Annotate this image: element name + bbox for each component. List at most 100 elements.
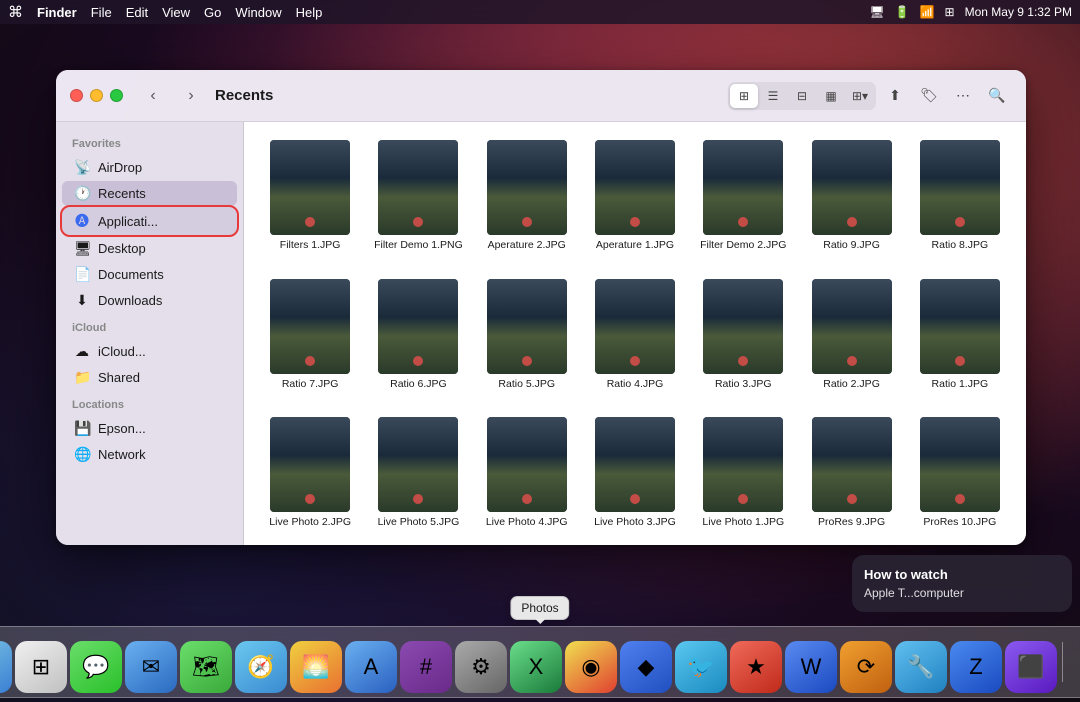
menu-window[interactable]: Window [235, 5, 281, 20]
sidebar-label-desktop: Desktop [98, 241, 146, 256]
tag-button[interactable]: 🏷 [914, 82, 944, 110]
file-item[interactable]: Ratio 1.JPG [910, 273, 1010, 398]
sidebar-item-epson[interactable]: 💾 Epson... [62, 416, 237, 441]
monitor-icon[interactable]: 🖥 [869, 5, 884, 19]
downloads-icon: ⬇ [74, 292, 90, 309]
dock-item-system[interactable]: ⚙ [455, 641, 507, 693]
battery-icon[interactable]: 🔋 [895, 5, 910, 19]
share-button[interactable]: ⬆ [880, 82, 910, 110]
dock-item-photos[interactable]: 🌅 [290, 641, 342, 693]
file-item[interactable]: Live Photo 3.JPG [585, 411, 685, 536]
file-item[interactable]: ProRes 10.JPG [910, 411, 1010, 536]
menu-edit[interactable]: Edit [126, 5, 148, 20]
dock-container: Photos 🗂⊞💬✉🗺🧭🌅A#⚙X◉◆🐦★W⟳🔧Z⬛🗑 [0, 626, 1080, 698]
file-item[interactable]: Ratio 6.JPG [368, 273, 468, 398]
more-button[interactable]: ⋯ [948, 82, 978, 110]
forward-button[interactable]: › [177, 82, 205, 110]
file-item[interactable]: Live Photo 5.JPG [368, 411, 468, 536]
file-name: Filter Demo 2.JPG [700, 239, 786, 253]
file-name: Ratio 6.JPG [390, 378, 447, 392]
file-item[interactable]: Live Photo 4.JPG [477, 411, 577, 536]
file-item[interactable]: Ratio 7.JPG [260, 273, 360, 398]
back-button[interactable]: ‹ [139, 82, 167, 110]
sidebar-item-airdrop[interactable]: 📡 AirDrop [62, 155, 237, 180]
sidebar-item-desktop[interactable]: 🖥 Desktop [62, 236, 237, 261]
dock-item-reeder[interactable]: ★ [730, 641, 782, 693]
file-item[interactable]: Filter Demo 2.JPG [693, 134, 793, 259]
dock-item-toolbox[interactable]: 🔧 [895, 641, 947, 693]
minimize-button[interactable] [90, 89, 103, 102]
sidebar-label-shared: Shared [98, 370, 140, 385]
menu-view[interactable]: View [162, 5, 190, 20]
dock-item-chrome[interactable]: ◉ [565, 641, 617, 693]
wifi-icon[interactable]: 📶 [920, 5, 935, 19]
file-name: ProRes 10.JPG [923, 516, 996, 530]
file-name: Ratio 8.JPG [932, 239, 989, 253]
column-view-button[interactable]: ⊟ [788, 84, 816, 108]
toolbar-icons: ⊞ ☰ ⊟ ▦ ⊞▾ ⬆ 🏷 ⋯ 🔍 [728, 82, 1012, 110]
notification-card: How to watch Apple T...computer [852, 555, 1072, 612]
dock-item-taskheat[interactable]: ⟳ [840, 641, 892, 693]
fullscreen-button[interactable] [110, 89, 123, 102]
file-item[interactable]: Ratio 2.JPG [801, 273, 901, 398]
close-button[interactable] [70, 89, 83, 102]
list-view-button[interactable]: ☰ [759, 84, 787, 108]
clock: Mon May 9 1:32 PM [965, 5, 1072, 19]
dock-item-screenium[interactable]: ⬛ [1005, 641, 1057, 693]
finder-body: Favorites 📡 AirDrop 🕐 Recents 🅐 Applicat… [56, 122, 1026, 545]
file-item[interactable]: Ratio 3.JPG [693, 273, 793, 398]
dock-item-word[interactable]: W [785, 641, 837, 693]
menu-go[interactable]: Go [204, 5, 221, 20]
dock-item-launchpad[interactable]: ⊞ [15, 641, 67, 693]
file-item[interactable]: Aperature 1.JPG [585, 134, 685, 259]
file-item[interactable]: Ratio 8.JPG [910, 134, 1010, 259]
dock-item-excel[interactable]: X [510, 641, 562, 693]
dock-item-zoom[interactable]: Z [950, 641, 1002, 693]
dock-item-slack[interactable]: # [400, 641, 452, 693]
file-item[interactable]: Live Photo 2.JPG [260, 411, 360, 536]
dock-item-maps[interactable]: 🗺 [180, 641, 232, 693]
file-name: Aperature 2.JPG [488, 239, 566, 253]
dock-item-safari[interactable]: 🧭 [235, 641, 287, 693]
traffic-lights [70, 89, 123, 102]
dock-item-appstore[interactable]: A [345, 641, 397, 693]
sidebar-item-shared[interactable]: 📁 Shared [62, 365, 237, 390]
sidebar-label-network: Network [98, 447, 146, 462]
gallery-view-button[interactable]: ▦ [817, 84, 845, 108]
file-item[interactable]: Ratio 4.JPG [585, 273, 685, 398]
sidebar-label-documents: Documents [98, 267, 164, 282]
sidebar-item-downloads[interactable]: ⬇ Downloads [62, 288, 237, 313]
dock-item-dropbox[interactable]: ◆ [620, 641, 672, 693]
sidebar-item-documents[interactable]: 📄 Documents [62, 262, 237, 287]
sidebar-item-applications[interactable]: 🅐 Applicati... [62, 207, 237, 235]
dock-item-finder[interactable]: 🗂 [0, 641, 12, 693]
file-name: Ratio 5.JPG [498, 378, 555, 392]
file-item[interactable]: Filters 1.JPG [260, 134, 360, 259]
sidebar-label-applications: Applicati... [98, 214, 158, 229]
sidebar-item-icloud[interactable]: ☁ iCloud... [62, 339, 237, 364]
file-item[interactable]: Filter Demo 1.PNG [368, 134, 468, 259]
sidebar-item-recents[interactable]: 🕐 Recents [62, 181, 237, 206]
sidebar-item-network[interactable]: 🌐 Network [62, 442, 237, 467]
file-item[interactable]: Aperature 2.JPG [477, 134, 577, 259]
file-name: Aperature 1.JPG [596, 239, 674, 253]
control-center-icon[interactable]: ⊞ [945, 5, 955, 19]
file-item[interactable]: ProRes 9.JPG [801, 411, 901, 536]
dock-item-mail[interactable]: ✉ [125, 641, 177, 693]
file-grid: Filters 1.JPGFilter Demo 1.PNG Aperature … [260, 134, 1010, 545]
sort-view-button[interactable]: ⊞▾ [846, 84, 874, 108]
apple-menu[interactable]: ⌘ [8, 3, 23, 21]
dock-item-messages[interactable]: 💬 [70, 641, 122, 693]
menu-file[interactable]: File [91, 5, 112, 20]
dock-item-twitter[interactable]: 🐦 [675, 641, 727, 693]
file-item[interactable]: Ratio 9.JPG [801, 134, 901, 259]
file-item[interactable]: Ratio 5.JPG [477, 273, 577, 398]
notification-title: How to watch [864, 567, 1060, 582]
dock-item-trash[interactable]: 🗑 [1068, 641, 1080, 693]
sidebar-label-icloud: iCloud... [98, 344, 146, 359]
app-name[interactable]: Finder [37, 5, 77, 20]
menu-help[interactable]: Help [296, 5, 323, 20]
icon-view-button[interactable]: ⊞ [730, 84, 758, 108]
file-item[interactable]: Live Photo 1.JPG [693, 411, 793, 536]
search-button[interactable]: 🔍 [982, 82, 1012, 110]
